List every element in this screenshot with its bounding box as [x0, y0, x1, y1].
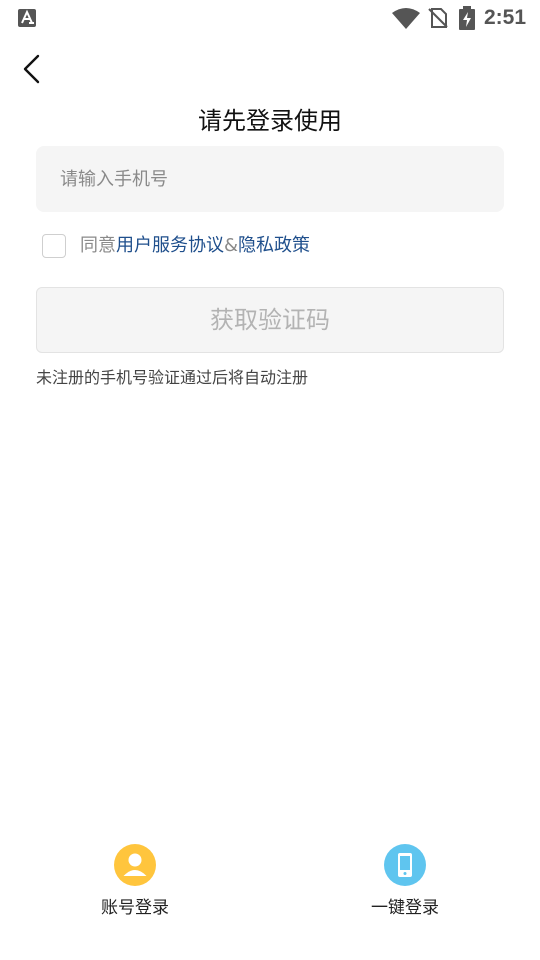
agreement-row: 同意用户服务协议&隐私政策 [42, 232, 310, 260]
status-bar: 2:51 [0, 0, 540, 36]
service-agreement-link[interactable]: 用户服务协议 [116, 235, 224, 256]
wifi-icon [392, 8, 420, 29]
account-login-label: 账号登录 [101, 898, 169, 918]
agreement-checkbox[interactable] [42, 234, 66, 258]
back-button[interactable] [14, 50, 50, 88]
a-letter-icon [18, 9, 36, 27]
chevron-left-icon [23, 54, 40, 84]
agreement-prefix: 同意 [80, 235, 116, 256]
get-code-button[interactable]: 获取验证码 [36, 287, 504, 353]
phone-input[interactable] [36, 146, 504, 212]
user-icon [114, 844, 156, 886]
agreement-separator: & [224, 235, 239, 256]
agreement-text: 同意用户服务协议&隐私政策 [80, 232, 310, 260]
status-time: 2:51 [484, 6, 527, 29]
no-sim-icon [428, 8, 448, 28]
page-title: 请先登录使用 [198, 107, 342, 135]
account-login-button[interactable]: 账号登录 [65, 844, 205, 920]
privacy-policy-link[interactable]: 隐私政策 [238, 235, 310, 256]
one-key-login-label: 一键登录 [371, 898, 439, 918]
one-key-login-button[interactable]: 一键登录 [335, 844, 475, 920]
phone-icon [384, 844, 426, 886]
battery-charging-icon [459, 6, 475, 30]
auto-register-hint: 未注册的手机号验证通过后将自动注册 [36, 368, 309, 387]
